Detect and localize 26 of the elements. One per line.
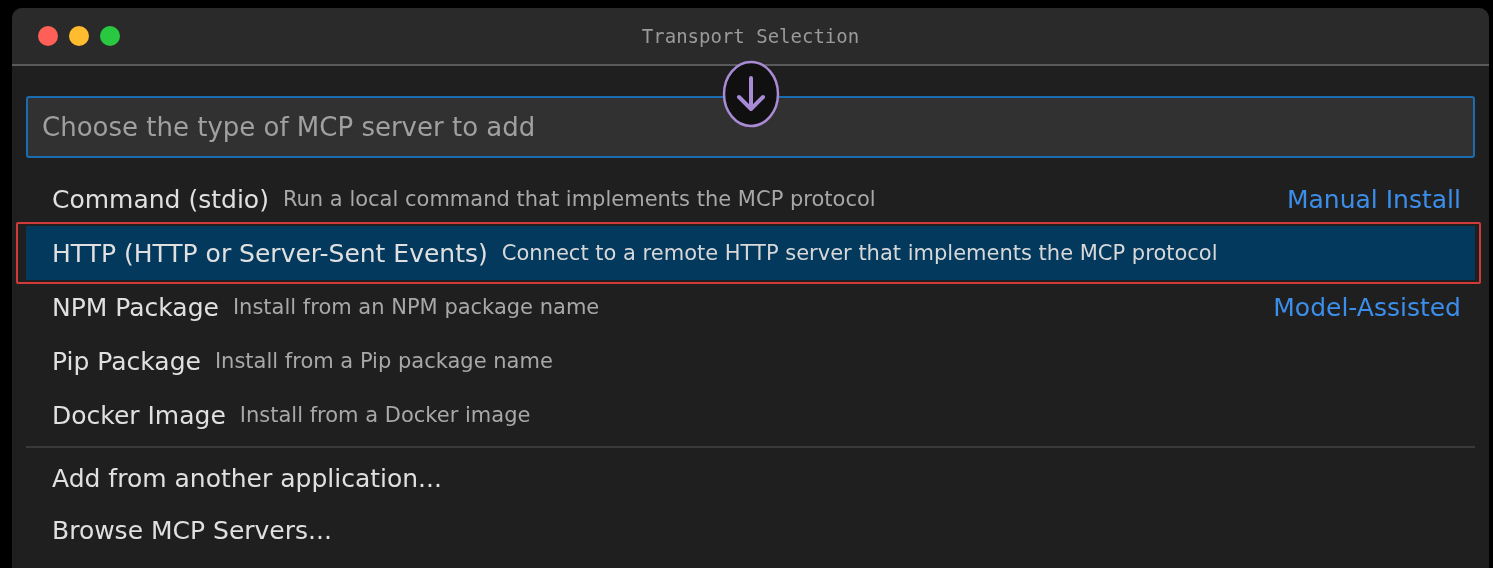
item-label: NPM Package	[52, 292, 219, 322]
item-description: Connect to a remote HTTP server that implements the MCP protocol	[501, 241, 1218, 265]
item-description: Install from a Docker image	[239, 403, 531, 427]
item-label: HTTP (HTTP or Server-Sent Events)	[52, 238, 488, 268]
item-label: Browse MCP Servers...	[52, 515, 332, 545]
close-button[interactable]	[38, 26, 58, 46]
list-item[interactable]: NPM Package Install from an NPM package name Model-Assisted	[26, 280, 1475, 334]
item-label: Command (stdio)	[52, 184, 269, 214]
item-description: Install from an NPM package name	[232, 295, 600, 319]
item-description: Run a local command that implements the MCP protocol	[282, 187, 876, 211]
item-label: Docker Image	[52, 400, 226, 430]
item-description: Install from a Pip package name	[214, 349, 553, 373]
list-item[interactable]: Browse MCP Servers...	[26, 504, 1475, 556]
list-item[interactable]: Docker Image Install from a Docker image	[26, 388, 1475, 442]
item-label: Pip Package	[52, 346, 201, 376]
list-item[interactable]: Pip Package Install from a Pip package name	[26, 334, 1475, 388]
window-title: Transport Selection	[641, 25, 860, 47]
item-label: Add from another application...	[52, 463, 442, 493]
down-arrow-badge	[722, 60, 780, 128]
list-item[interactable]: Add from another application...	[26, 452, 1475, 504]
search-field[interactable]: Choose the type of MCP server to add	[26, 96, 1475, 158]
item-tag: Manual Install	[1286, 184, 1461, 214]
list-item[interactable]: Command (stdio) Run a local command that implements the MCP protocol Manual Install	[26, 172, 1475, 226]
item-tag: Model-Assisted	[1273, 292, 1461, 322]
zoom-button[interactable]	[100, 26, 120, 46]
minimize-button[interactable]	[69, 26, 89, 46]
